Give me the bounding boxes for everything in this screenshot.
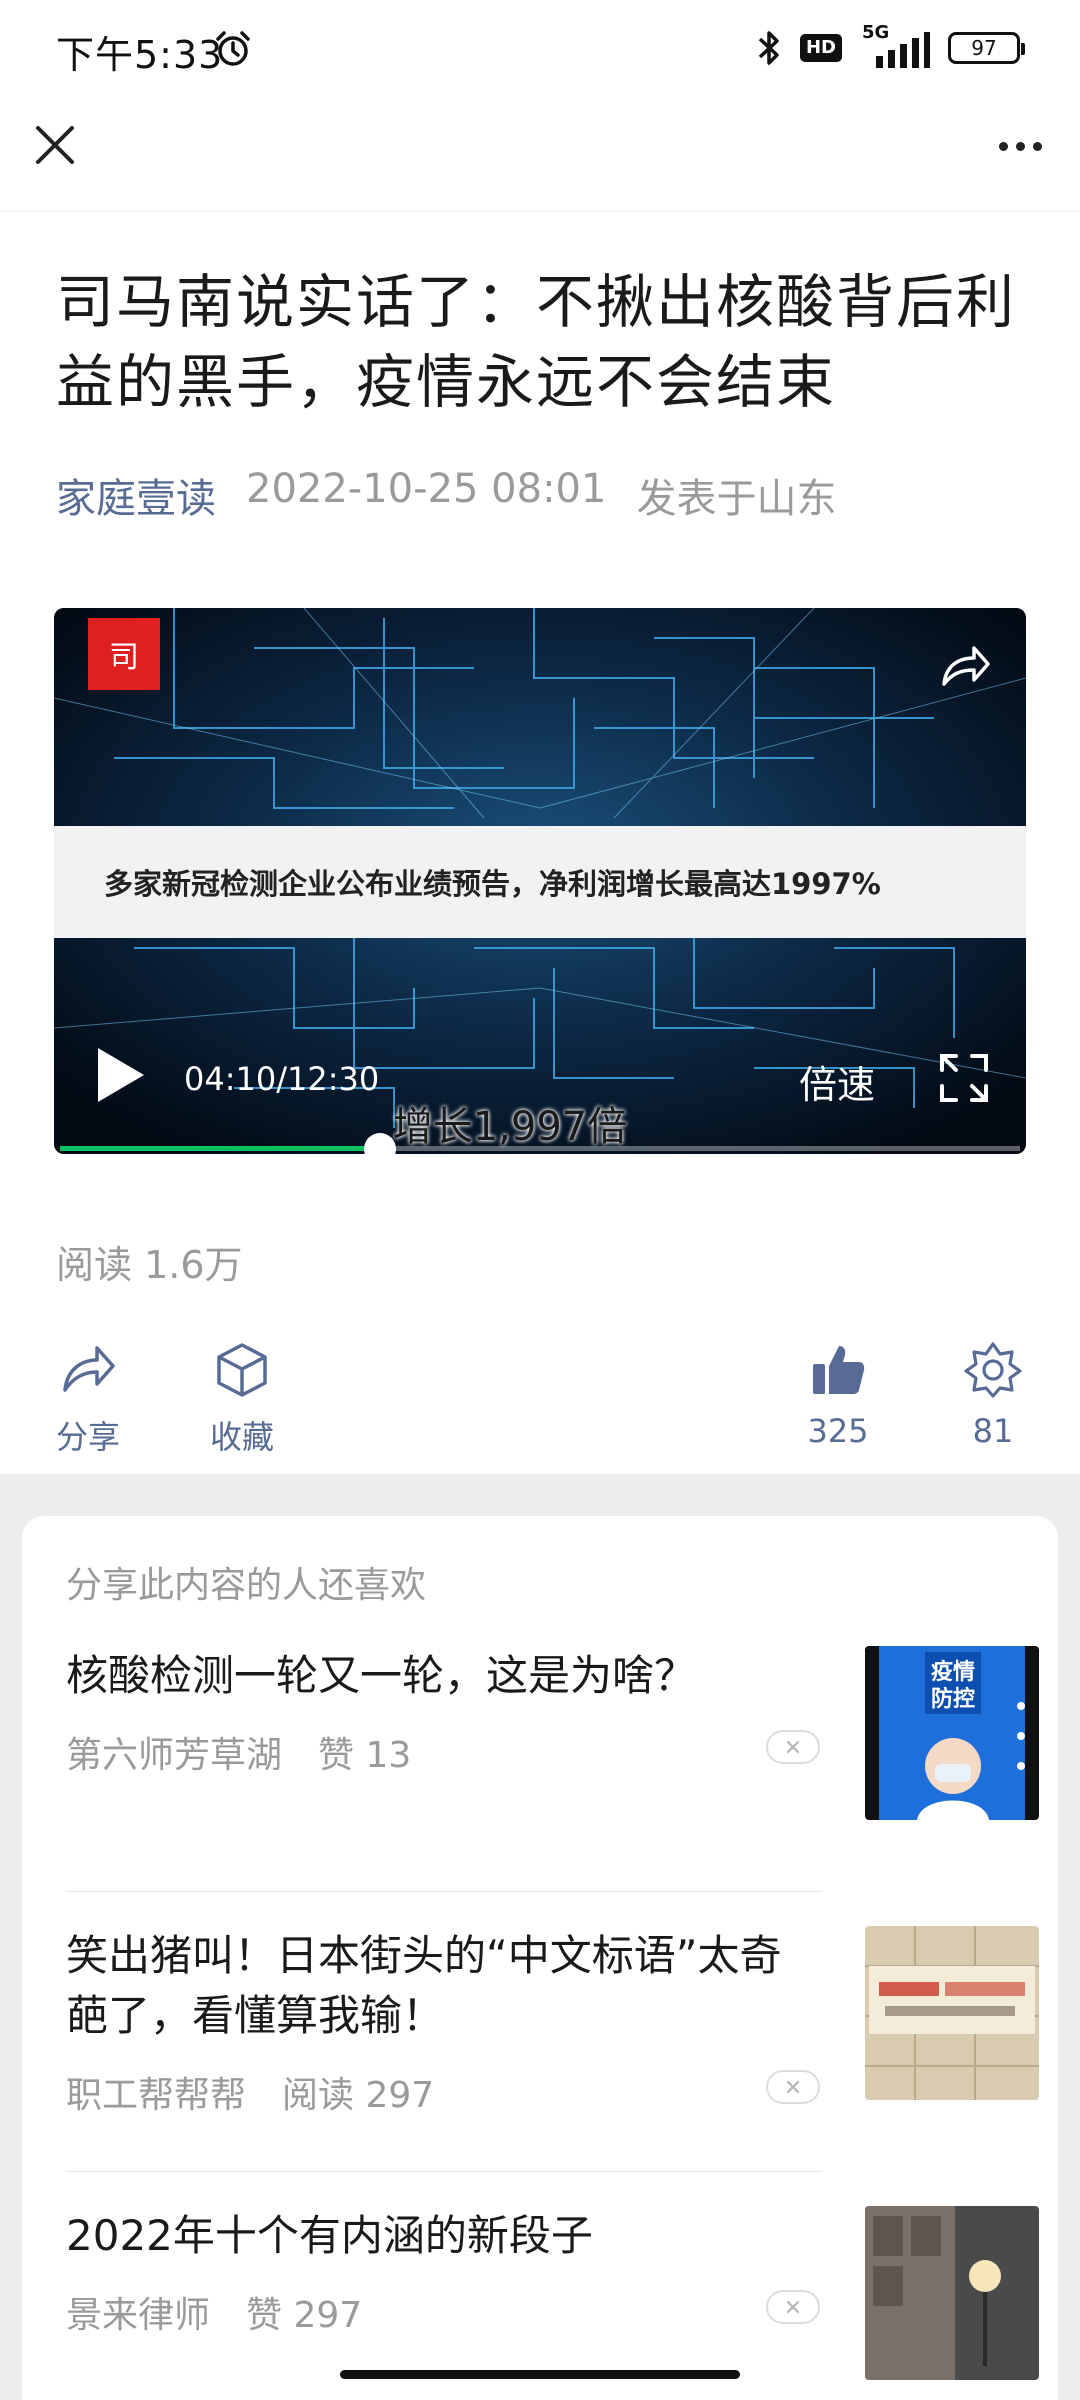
dismiss-button[interactable] — [766, 1730, 820, 1764]
status-time: 下午5:33 — [56, 33, 224, 77]
signal-icon: 5G — [860, 22, 930, 70]
recommendations-heading: 分享此内容的人还喜欢 — [66, 1565, 427, 1606]
battery-indicator: 97 — [948, 32, 1025, 64]
thumbnail-text-line2: 防控 — [931, 1686, 975, 1712]
publish-location: 发表于山东 — [636, 476, 837, 522]
list-item-thumbnail: 疫情 防控 — [865, 1646, 1039, 1820]
video-caption-band: 多家新冠检测企业公布业绩预告，净利润增长最高达1997% — [54, 826, 1026, 938]
thumbnail-text-line1: 疫情 — [931, 1659, 975, 1685]
home-indicator[interactable] — [340, 2370, 740, 2379]
share-arrow-icon[interactable] — [938, 640, 992, 690]
article-meta: 家庭壹读 2022-10-25 08:01 发表于山东 — [56, 466, 836, 524]
list-item-source: 第六师芳草湖 — [66, 1735, 283, 1776]
list-item-meta: 职工帮帮帮 阅读 297 — [66, 2066, 434, 2118]
close-icon[interactable] — [30, 120, 80, 170]
wow-icon — [964, 1342, 1022, 1398]
hd-badge: HD — [799, 34, 842, 62]
recommendations-card: 分享此内容的人还喜欢 核酸检测一轮又一轮，这是为啥？ 第六师芳草湖赞 13 疫情… — [22, 1516, 1058, 2400]
dismiss-icon — [786, 1740, 800, 1754]
share-icon — [63, 1346, 115, 1392]
video-player[interactable]: 司 多家新冠检测企业公布业绩预告，净利润增长最高达1997% 04:10/12:… — [54, 608, 1026, 1154]
author-link[interactable]: 家庭壹读 — [56, 466, 216, 524]
dismiss-icon — [786, 2080, 800, 2094]
list-item-meta: 景来律师赞 297 — [66, 2286, 362, 2338]
list-item-stat: 赞 297 — [246, 2295, 363, 2336]
video-time: 04:10/12:30 — [184, 1060, 380, 1098]
video-subtitle-text: 增长1,997倍 — [392, 1104, 628, 1150]
list-item-stat: 赞 13 — [318, 1735, 412, 1776]
list-item-source: 职工帮帮帮 — [66, 2075, 247, 2116]
video-subtitle: 增长1,997倍 — [54, 1094, 1026, 1152]
wow-button[interactable]: 81 — [943, 1340, 1043, 1450]
publish-datetime: 2022-10-25 08:01 — [246, 466, 607, 512]
fullscreen-icon[interactable] — [938, 1052, 990, 1104]
top-nav — [0, 96, 1080, 212]
divider — [66, 1891, 822, 1892]
video-progress-bar[interactable] — [60, 1133, 1020, 1154]
like-icon — [813, 1346, 865, 1394]
list-item-meta: 第六师芳草湖赞 13 — [66, 1726, 411, 1778]
video-progress-fill — [60, 1146, 380, 1151]
status-bar: 下午5:33 HD 5G 97 — [0, 0, 1080, 96]
dismiss-icon — [786, 2300, 800, 2314]
list-item-source: 景来律师 — [66, 2295, 211, 2336]
list-item[interactable]: 笑出猪叫！日本街头的“中文标语”太奇葩了，看懂算我输！ 职工帮帮帮 阅读 297 — [66, 1926, 1039, 2166]
list-item-title: 核酸检测一轮又一轮，这是为啥？ — [66, 1651, 697, 1700]
list-item-thumbnail — [865, 1926, 1039, 2100]
bluetooth-icon — [758, 31, 779, 65]
article-title: 司马南说实话了：不揪出核酸背后利益的黑手，疫情永远不会结束 — [56, 268, 1017, 416]
list-item-title: 2022年十个有内涵的新段子 — [66, 2211, 593, 2260]
battery-level: 97 — [971, 36, 997, 60]
favorite-button[interactable]: 收藏 — [192, 1340, 292, 1458]
list-item-title: 笑出猪叫！日本街头的“中文标语”太奇葩了，看懂算我输！ — [66, 1931, 782, 2040]
divider — [66, 2171, 822, 2172]
favorite-icon — [217, 1343, 267, 1397]
more-icon[interactable] — [990, 126, 1050, 166]
like-button[interactable]: 325 — [788, 1340, 888, 1450]
list-item-stat: 阅读 297 — [282, 2075, 435, 2116]
share-label: 分享 — [55, 1418, 120, 1456]
dismiss-button[interactable] — [766, 2070, 820, 2104]
favorite-label: 收藏 — [209, 1418, 274, 1456]
playback-speed-button[interactable]: 倍速 — [799, 1054, 875, 1109]
status-icons: HD 5G 97 — [756, 22, 1025, 70]
wow-count: 81 — [972, 1412, 1014, 1450]
dismiss-button[interactable] — [766, 2290, 820, 2324]
video-caption: 多家新冠检测企业公布业绩预告，净利润增长最高达1997% — [104, 867, 881, 901]
list-item[interactable]: 核酸检测一轮又一轮，这是为啥？ 第六师芳草湖赞 13 疫情 防控 — [66, 1646, 1039, 1846]
alarm-icon — [216, 31, 250, 66]
like-count: 325 — [807, 1412, 869, 1450]
list-item-thumbnail — [865, 2206, 1039, 2380]
channel-logo: 司 — [88, 618, 160, 690]
read-count: 阅读 1.6万 — [56, 1243, 243, 1287]
share-button[interactable]: 分享 — [38, 1340, 138, 1458]
